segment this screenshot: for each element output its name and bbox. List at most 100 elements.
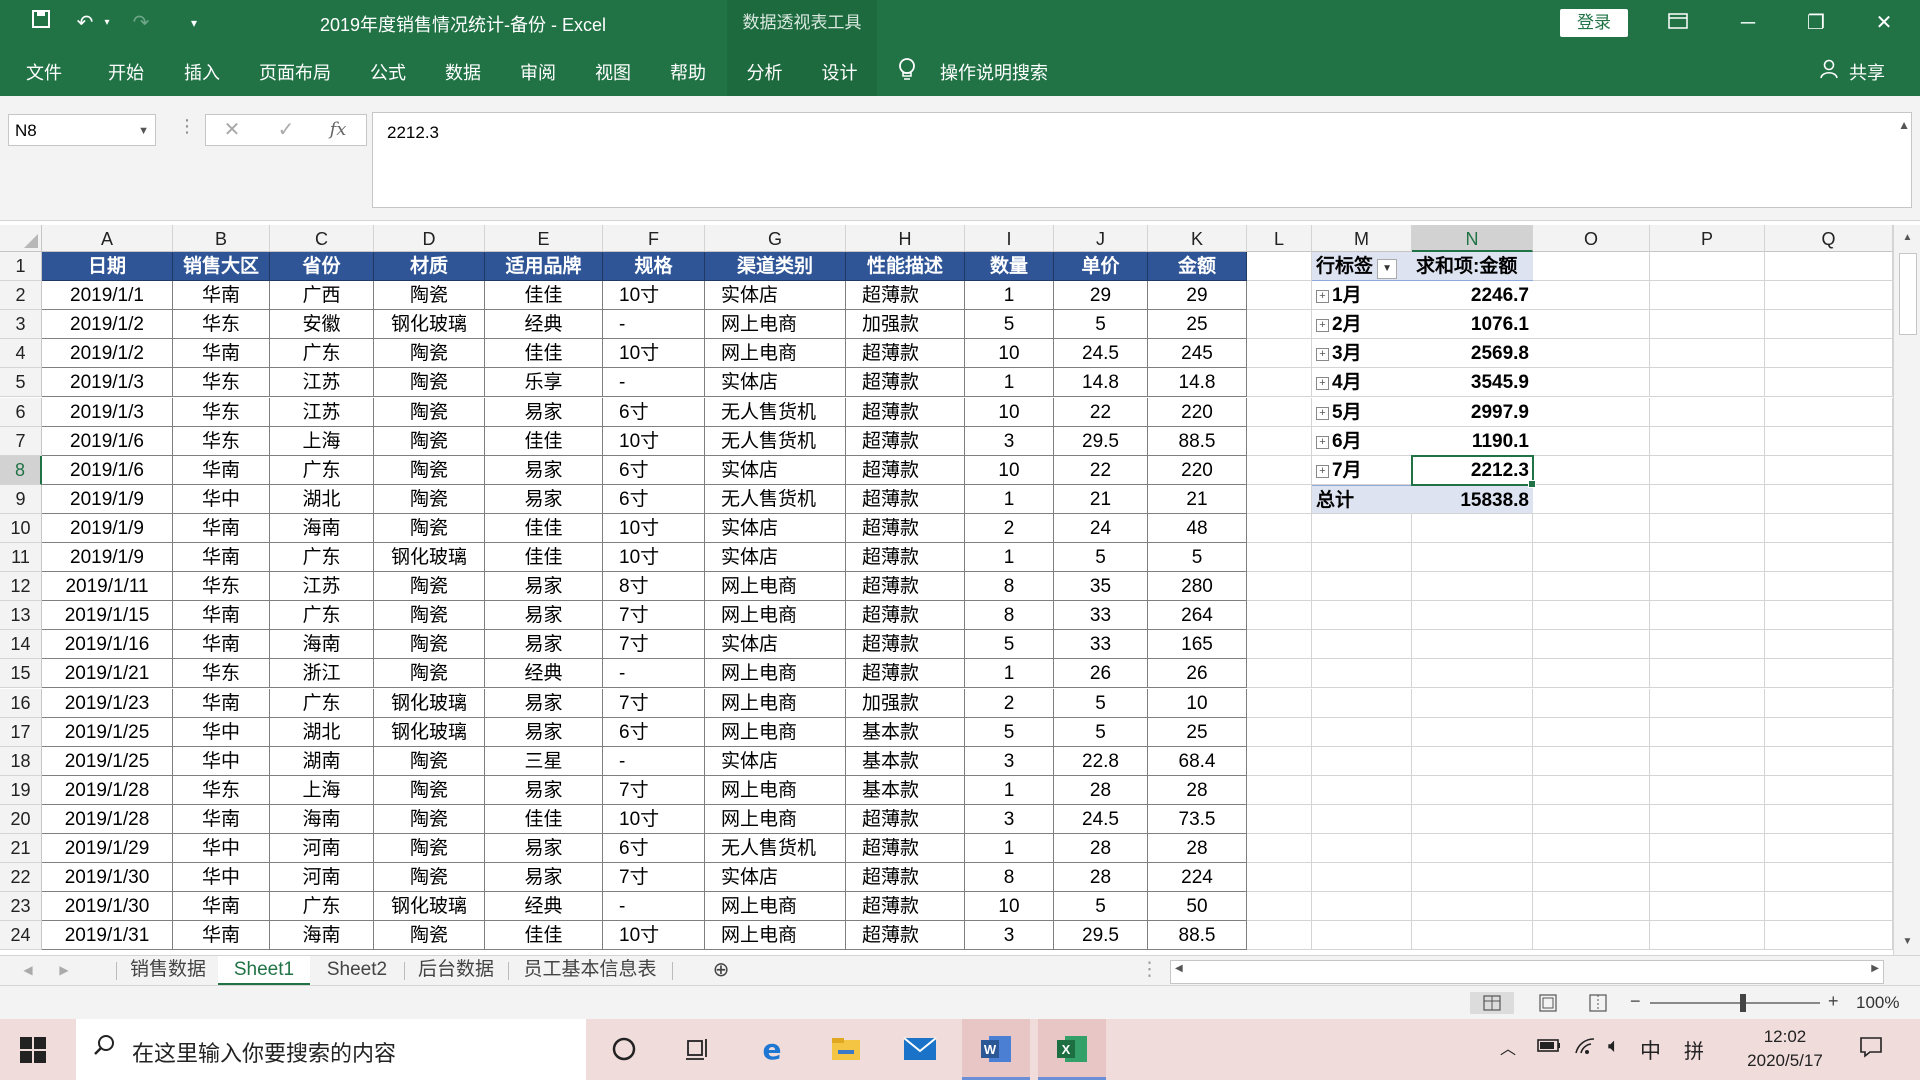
grid-cell[interactable]	[1247, 455, 1312, 485]
table-cell[interactable]: 21	[1054, 484, 1148, 514]
table-cell[interactable]: 无人售货机	[705, 484, 846, 514]
grid-cell[interactable]	[1533, 281, 1650, 311]
row-header[interactable]: 11	[0, 543, 42, 573]
table-cell[interactable]: 10	[965, 892, 1054, 922]
table-cell[interactable]: 6寸	[603, 397, 705, 427]
grid-cell[interactable]	[1247, 368, 1312, 398]
grid-cell[interactable]	[1650, 426, 1765, 456]
grid-cell[interactable]	[1412, 775, 1533, 805]
table-cell[interactable]: 江苏	[270, 572, 374, 602]
grid-cell[interactable]	[1533, 339, 1650, 369]
mail-icon[interactable]	[886, 1019, 954, 1080]
table-cell[interactable]: 佳佳	[485, 543, 603, 573]
table-cell[interactable]: 佳佳	[485, 921, 603, 951]
page-layout-view-icon[interactable]	[1530, 992, 1566, 1014]
table-cell[interactable]: 7寸	[603, 601, 705, 631]
grid-cell[interactable]	[1312, 601, 1412, 631]
table-cell[interactable]: 88.5	[1148, 921, 1247, 951]
table-cell[interactable]: 29.5	[1054, 426, 1148, 456]
table-cell[interactable]: 广东	[270, 543, 374, 573]
table-cell[interactable]: 易家	[485, 775, 603, 805]
grid-cell[interactable]	[1765, 310, 1893, 340]
table-cell[interactable]: 华南	[173, 892, 270, 922]
column-header-h[interactable]: H	[846, 225, 965, 252]
table-cell[interactable]: 1	[965, 775, 1054, 805]
table-cell[interactable]: 易家	[485, 572, 603, 602]
expand-plus-icon[interactable]: +	[1316, 348, 1329, 362]
more-options-icon[interactable]: ⋮	[178, 116, 196, 137]
tell-me-search[interactable]: 操作说明搜索	[940, 46, 1048, 100]
table-cell[interactable]: 网上电商	[705, 892, 846, 922]
normal-view-icon[interactable]	[1470, 992, 1514, 1014]
table-cell[interactable]: 江苏	[270, 368, 374, 398]
table-cell[interactable]: 超薄款	[846, 368, 965, 398]
row-header[interactable]: 4	[0, 339, 42, 369]
table-cell[interactable]: 2019/1/16	[42, 630, 173, 660]
table-cell[interactable]: 易家	[485, 630, 603, 660]
scroll-left-icon[interactable]: ◀	[1175, 963, 1183, 974]
table-cell[interactable]: 华东	[173, 368, 270, 398]
table-cell[interactable]: 10	[965, 339, 1054, 369]
zoom-out-icon[interactable]: −	[1630, 991, 1641, 1012]
excel-app-icon[interactable]: X	[1038, 1019, 1106, 1080]
grid-cell[interactable]	[1765, 659, 1893, 689]
row-header[interactable]: 8	[0, 455, 42, 485]
pivot-value-cell[interactable]: 3545.9	[1412, 368, 1533, 398]
table-cell[interactable]: 2019/1/6	[42, 426, 173, 456]
grid-cell[interactable]	[1650, 513, 1765, 543]
grid-cell[interactable]	[1765, 834, 1893, 864]
table-cell[interactable]: 2	[965, 688, 1054, 718]
grid-cell[interactable]	[1312, 775, 1412, 805]
table-cell[interactable]: 超薄款	[846, 630, 965, 660]
row-header[interactable]: 5	[0, 368, 42, 398]
table-cell[interactable]: 5	[1054, 543, 1148, 573]
row-header[interactable]: 15	[0, 659, 42, 689]
column-header-d[interactable]: D	[374, 225, 485, 252]
scroll-up-icon[interactable]: ▲	[1894, 227, 1920, 249]
table-cell[interactable]: 245	[1148, 339, 1247, 369]
table-cell[interactable]: 华中	[173, 717, 270, 747]
zoom-in-icon[interactable]: +	[1828, 991, 1839, 1012]
table-cell[interactable]: 10	[1148, 688, 1247, 718]
table-cell[interactable]: 7寸	[603, 630, 705, 660]
table-cell[interactable]: 广东	[270, 892, 374, 922]
sheet-tab-sales-data[interactable]: 销售数据	[120, 956, 216, 986]
ime-mode[interactable]: 中	[1640, 1035, 1661, 1065]
grid-cell[interactable]	[1765, 368, 1893, 398]
table-cell[interactable]: 网上电商	[705, 804, 846, 834]
table-cell[interactable]: 5	[1148, 543, 1247, 573]
table-cell[interactable]: 8寸	[603, 572, 705, 602]
table-cell[interactable]: 网上电商	[705, 310, 846, 340]
table-cell[interactable]: 5	[965, 310, 1054, 340]
pivot-row-label[interactable]: +4月	[1312, 368, 1412, 398]
grid-cell[interactable]	[1247, 804, 1312, 834]
windows-start-icon[interactable]	[20, 1037, 46, 1063]
table-cell[interactable]: 加强款	[846, 688, 965, 718]
table-cell[interactable]: 2019/1/2	[42, 339, 173, 369]
tab-formulas[interactable]: 公式	[358, 46, 418, 96]
sheet-tab-employee-info[interactable]: 员工基本信息表	[512, 956, 668, 986]
table-cell[interactable]: 易家	[485, 397, 603, 427]
table-cell[interactable]: 超薄款	[846, 513, 965, 543]
grid-cell[interactable]	[1650, 834, 1765, 864]
grid-cell[interactable]	[1765, 426, 1893, 456]
table-cell[interactable]: 2019/1/31	[42, 921, 173, 951]
chevron-down-icon[interactable]: ▼	[138, 115, 149, 147]
tab-home[interactable]: 开始	[96, 46, 156, 96]
table-cell[interactable]: 14.8	[1148, 368, 1247, 398]
system-clock[interactable]: 12:02 2020/5/17	[1730, 1025, 1840, 1073]
table-cell[interactable]: 易家	[485, 863, 603, 893]
table-cell[interactable]: 广西	[270, 281, 374, 311]
grid-cell[interactable]	[1247, 572, 1312, 602]
table-cell[interactable]: 实体店	[705, 281, 846, 311]
pivot-row-label[interactable]: +3月	[1312, 339, 1412, 369]
table-cell[interactable]: 24.5	[1054, 339, 1148, 369]
table-cell[interactable]: 陶瓷	[374, 834, 485, 864]
grid-cell[interactable]	[1312, 921, 1412, 951]
table-cell[interactable]: 2019/1/3	[42, 368, 173, 398]
grid-cell[interactable]	[1247, 601, 1312, 631]
table-cell[interactable]: 陶瓷	[374, 281, 485, 311]
table-cell[interactable]: 实体店	[705, 368, 846, 398]
table-cell[interactable]: 6寸	[603, 717, 705, 747]
cortana-icon[interactable]	[590, 1019, 658, 1080]
